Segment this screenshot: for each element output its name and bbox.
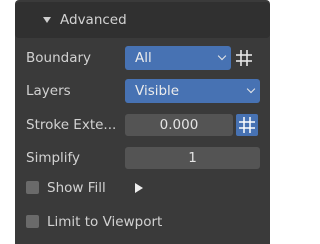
- chevron-down-icon: [246, 84, 256, 94]
- chevron-down-icon: [217, 51, 227, 61]
- grid-icon: [239, 117, 255, 133]
- stroke-extension-value: 0.000: [159, 117, 199, 133]
- simplify-field[interactable]: 1: [125, 147, 260, 169]
- layers-row: Layers Visible: [15, 79, 270, 103]
- layers-value: Visible: [135, 83, 180, 99]
- stroke-extension-row: Stroke Exte... 0.000: [15, 113, 270, 137]
- play-icon[interactable]: [135, 183, 143, 193]
- boundary-dropdown[interactable]: All: [125, 46, 231, 70]
- stroke-extension-grid-button[interactable]: [236, 114, 258, 136]
- layers-dropdown[interactable]: Visible: [125, 79, 260, 103]
- panel-title: Advanced: [60, 12, 127, 28]
- limit-to-viewport-label[interactable]: Limit to Viewport: [47, 214, 162, 230]
- boundary-grid-button[interactable]: [233, 47, 255, 69]
- boundary-label: Boundary: [26, 50, 92, 66]
- limit-to-viewport-checkbox[interactable]: [26, 215, 39, 228]
- simplify-row: Simplify 1: [15, 146, 270, 170]
- boundary-row: Boundary All: [15, 46, 270, 70]
- simplify-value: 1: [188, 150, 197, 166]
- boundary-value: All: [135, 50, 152, 66]
- show-fill-row: Show Fill: [15, 176, 270, 200]
- simplify-label: Simplify: [26, 150, 81, 166]
- stroke-extension-field[interactable]: 0.000: [125, 114, 233, 136]
- limit-to-viewport-row: Limit to Viewport: [15, 210, 270, 234]
- expand-triangle-icon[interactable]: [43, 17, 51, 23]
- show-fill-label[interactable]: Show Fill: [47, 180, 106, 196]
- layers-label: Layers: [26, 83, 71, 99]
- advanced-panel: Advanced Boundary All Layers Visible Str…: [15, 0, 270, 244]
- grid-icon: [236, 50, 252, 66]
- stroke-extension-label: Stroke Exte...: [26, 117, 117, 133]
- panel-header[interactable]: Advanced: [15, 2, 270, 38]
- show-fill-checkbox[interactable]: [26, 181, 39, 194]
